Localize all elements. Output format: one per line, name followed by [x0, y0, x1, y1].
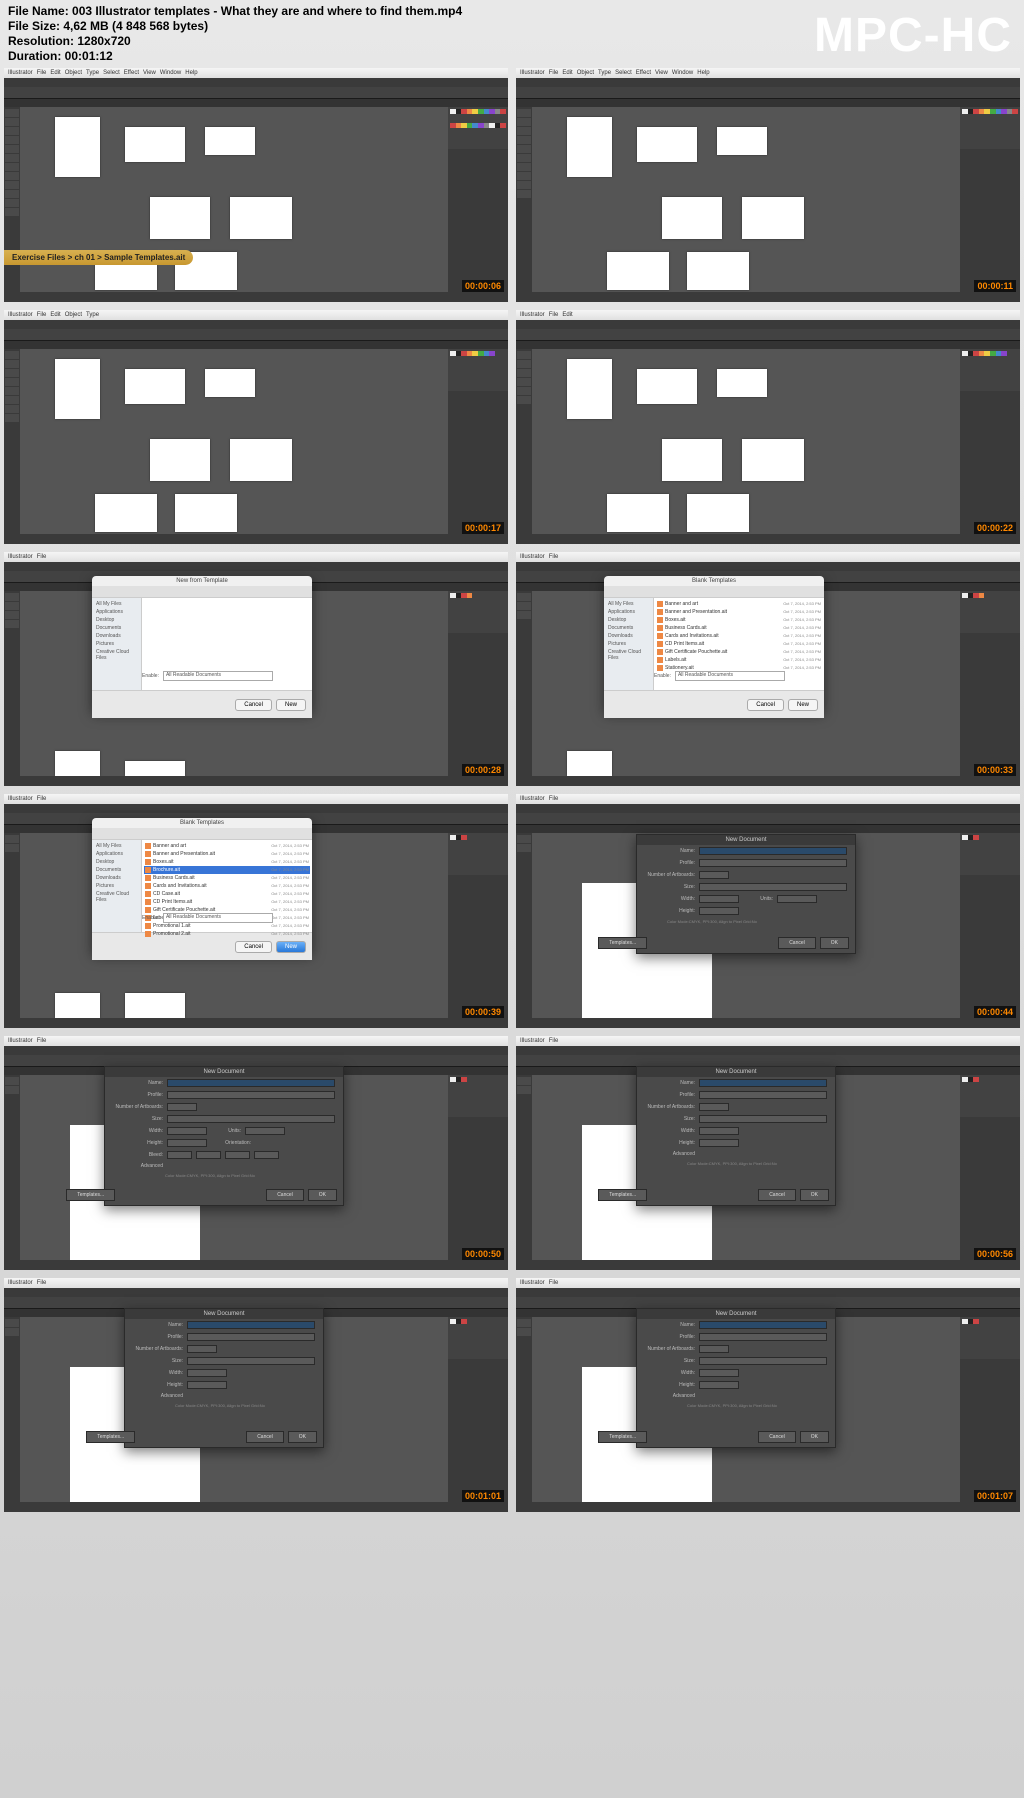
path-tooltip: Exercise Files > ch 01 > Sample Template… [4, 250, 193, 265]
thumbnail-10: IllustratorFile New Document Name: Profi… [516, 1036, 1020, 1270]
file-sidebar[interactable]: All My Files Applications Desktop Docume… [92, 598, 142, 690]
app-menubar [4, 78, 508, 87]
thumbnail-11: IllustratorFile New Document Name: Profi… [4, 1278, 508, 1512]
thumbnail-8: IllustratorFile New Document Name: Profi… [516, 794, 1020, 1028]
new-document-dialog[interactable]: New Document Name: Profile: Number of Ar… [636, 834, 856, 954]
app-toolbar [4, 87, 508, 99]
thumbnail-3: IllustratorFileEditObjectType 00:00:17 [4, 310, 508, 544]
cancel-button[interactable]: Cancel [778, 937, 816, 949]
thumbnail-5: IllustratorFile New from Template All My… [4, 552, 508, 786]
document-tab [4, 99, 508, 107]
panels [448, 107, 508, 292]
file-open-dialog[interactable]: Blank Templates All My Files Application… [92, 818, 312, 953]
open-button[interactable]: New [276, 699, 306, 711]
cancel-button[interactable]: Cancel [235, 699, 272, 711]
thumbnail-9: IllustratorFile New Document Name: Profi… [4, 1036, 508, 1270]
thumbnail-6: IllustratorFile Blank Templates All My F… [516, 552, 1020, 786]
file-open-dialog[interactable]: Blank Templates All My Files Application… [604, 576, 824, 711]
status-bar [4, 292, 508, 302]
thumbnail-2: IllustratorFileEditObjectTypeSelectEffec… [516, 68, 1020, 302]
thumbnail-1: IllustratorFileEditObjectTypeSelectEffec… [4, 68, 508, 302]
thumbnail-7: IllustratorFile Blank Templates All My F… [4, 794, 508, 1028]
ok-button[interactable]: OK [820, 937, 849, 949]
file-info-header: File Name: 003 Illustrator templates - W… [8, 4, 462, 64]
mac-menubar: IllustratorFileEditObjectTypeSelectEffec… [4, 68, 508, 78]
timestamp: 00:00:06 [462, 280, 504, 292]
file-open-dialog[interactable]: New from Template All My Files Applicati… [92, 576, 312, 711]
watermark: MPC-HC [814, 8, 1012, 63]
thumbnail-4: IllustratorFileEdit 00:00:22 [516, 310, 1020, 544]
thumbnail-12: IllustratorFile New Document Name: Profi… [516, 1278, 1020, 1512]
thumbnail-grid: IllustratorFileEditObjectTypeSelectEffec… [4, 68, 1020, 1512]
templates-button[interactable]: Templates... [598, 937, 647, 949]
